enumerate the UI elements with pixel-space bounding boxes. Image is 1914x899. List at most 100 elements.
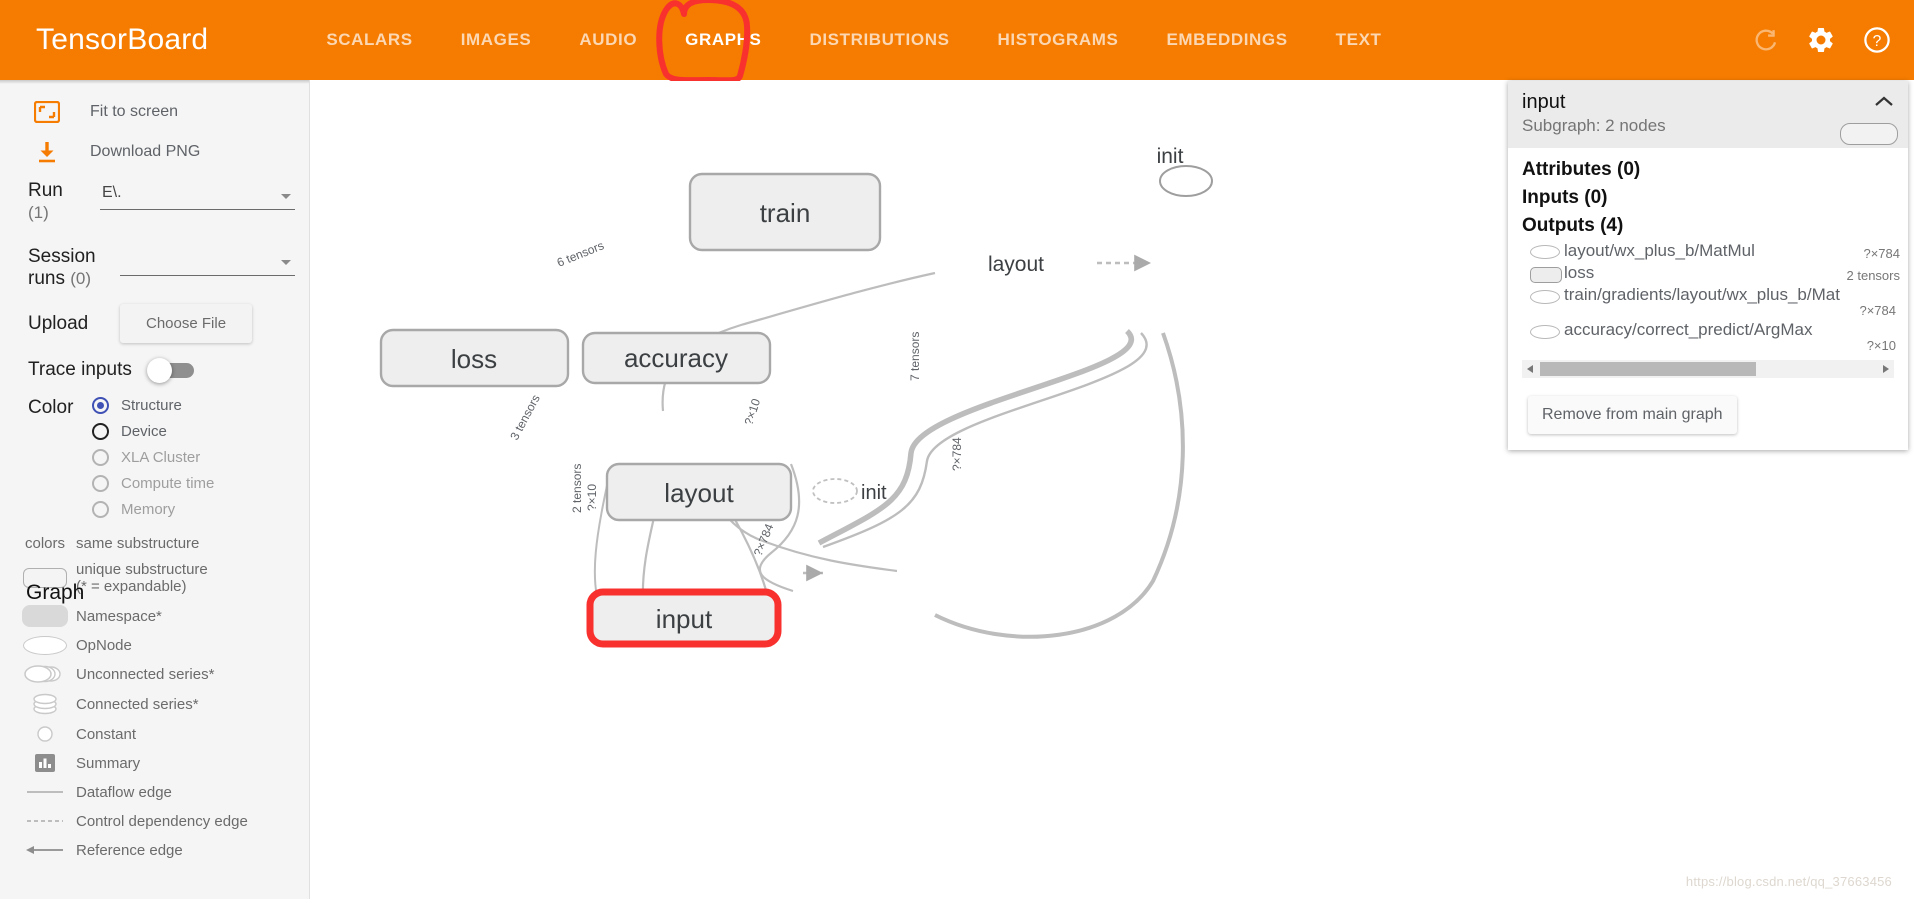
color-option-device[interactable]: Device (92, 423, 214, 440)
color-option-label: Structure (121, 397, 182, 414)
color-option-xla-cluster[interactable]: XLA Cluster (92, 449, 214, 466)
output-item[interactable]: layout/wx_plus_b/MatMul ?×784 (1508, 240, 1908, 262)
graph-node-accuracy[interactable]: accuracy (581, 331, 772, 385)
run-value: E\. (102, 184, 122, 201)
legend-item-text: Constant (76, 725, 137, 743)
tab-graphs[interactable]: GRAPHS (661, 0, 785, 80)
opnode-icon (1530, 285, 1564, 305)
tab-scalars[interactable]: SCALARS (302, 0, 436, 80)
graph-nodes[interactable]: train loss accuracy layout input (379, 165, 1213, 648)
legend-colors-row: colors same substructure (0, 532, 309, 554)
summary-icon (35, 754, 55, 772)
output-item[interactable]: train/gradients/layout/wx_plus_b/Mat ?×7… (1508, 284, 1908, 319)
inputs-section-title[interactable]: Inputs (0) (1508, 184, 1908, 212)
radio-icon (92, 449, 109, 466)
legend-item-unconnected-series: Unconnected series* (0, 663, 309, 685)
graph-node-layout[interactable]: layout (605, 462, 793, 522)
tab-embeddings[interactable]: EMBEDDINGS (1142, 0, 1311, 80)
gear-icon[interactable] (1806, 25, 1836, 55)
main-nav: SCALARS IMAGES AUDIO GRAPHS DISTRIBUTION… (302, 0, 1405, 80)
graph-edges (593, 254, 1185, 640)
node-info-panel: input Subgraph: 2 nodes Attributes (0) I… (1508, 81, 1908, 450)
control-dependency-edge-swatch-slot (14, 817, 76, 825)
dataflow-edge-swatch-slot (14, 788, 76, 796)
output-item-name: train/gradients/layout/wx_plus_b/Mat (1564, 285, 1840, 304)
download-png-label: Download PNG (90, 143, 201, 160)
run-select[interactable]: E\. (100, 184, 295, 210)
session-runs-field: Session runs (0) (0, 246, 309, 290)
color-option-compute-time[interactable]: Compute time (92, 475, 214, 492)
edge-label-7-tensors: 7 tensors (908, 332, 922, 381)
graph-node-input[interactable]: input (586, 588, 782, 648)
tab-audio[interactable]: AUDIO (555, 0, 661, 80)
namespace-icon (22, 605, 68, 627)
tab-text[interactable]: TEXT (1312, 0, 1406, 80)
control-dependency-edge-icon (27, 820, 63, 822)
chevron-up-icon[interactable] (1874, 95, 1894, 109)
output-item[interactable]: loss 2 tensors (1508, 262, 1908, 284)
tab-images[interactable]: IMAGES (437, 0, 556, 80)
opnode-icon (23, 635, 67, 655)
unconnected-series-icon (24, 665, 61, 683)
output-item-shape: ?×784 (1863, 246, 1900, 261)
namespace-swatch-slot (14, 605, 76, 627)
graph-node-loss[interactable]: loss (379, 328, 570, 388)
color-option-label: Device (121, 423, 167, 440)
run-count: (1) (28, 203, 49, 222)
graph-opnode-init-mid[interactable] (812, 478, 858, 504)
color-option-memory[interactable]: Memory (92, 501, 214, 518)
download-png-button[interactable]: Download PNG (0, 132, 309, 172)
remove-from-main-graph-button[interactable]: Remove from main graph (1528, 396, 1737, 434)
scrollbar-thumb[interactable] (1540, 362, 1756, 376)
graph-node-layout-label: layout (664, 478, 734, 508)
radio-icon (92, 475, 109, 492)
edge-label-2-tensors: 2 tensors (570, 464, 584, 513)
tab-distributions[interactable]: DISTRIBUTIONS (785, 0, 973, 80)
node-info-header: input Subgraph: 2 nodes (1508, 81, 1908, 148)
session-runs-count: (0) (70, 269, 92, 288)
download-icon (39, 142, 55, 163)
session-runs-label-block: Session runs (0) (28, 246, 106, 290)
connected-series-icon (33, 693, 57, 715)
tab-histograms[interactable]: HISTOGRAMS (974, 0, 1143, 80)
reference-edge-swatch-slot (14, 844, 76, 856)
upload-field: Upload Choose File (0, 304, 309, 343)
scroll-right-arrow-icon[interactable] (1878, 364, 1894, 374)
output-item[interactable]: accuracy/correct_predict/ArgMax ?×10 (1508, 319, 1908, 354)
attributes-section-title[interactable]: Attributes (0) (1508, 156, 1908, 184)
legend-item-summary: Summary (0, 752, 309, 774)
graph-node-accuracy-label: accuracy (624, 343, 728, 373)
edge-label-3-tensors: 3 tensors (507, 392, 543, 442)
outputs-horizontal-scrollbar[interactable] (1522, 360, 1894, 378)
fit-to-screen-button[interactable]: Fit to screen (0, 92, 309, 132)
refresh-icon[interactable] (1752, 26, 1780, 54)
legend-item-text: Dataflow edge (76, 783, 172, 801)
legend-colors-value: same substructure (76, 534, 200, 552)
run-field: Run (1) E\. (0, 180, 309, 224)
legend-item-text: Summary (76, 754, 141, 772)
outputs-section-title[interactable]: Outputs (4) (1508, 212, 1908, 240)
session-runs-select[interactable] (120, 250, 295, 276)
graph-label-init-top: init (1157, 145, 1184, 168)
graph-opnode-init-top[interactable] (1159, 165, 1213, 197)
trace-inputs-label: Trace inputs (28, 359, 132, 380)
legend-item-text: OpNode (76, 636, 132, 654)
output-item-name: accuracy/correct_predict/ArgMax (1564, 320, 1813, 339)
upload-label: Upload (28, 312, 89, 334)
output-item-name: layout/wx_plus_b/MatMul (1564, 241, 1755, 260)
legend-item-text: Reference edge (76, 841, 183, 859)
legend-item-text: Connected series* (76, 695, 199, 713)
edge-label-shape-784b: ?×784 (950, 437, 964, 471)
scroll-left-arrow-icon[interactable] (1522, 364, 1538, 374)
app-header: TensorBoard SCALARS IMAGES AUDIO GRAPHS … (0, 0, 1914, 82)
legend-item-control-dependency-edge: Control dependency edge (0, 810, 309, 832)
trace-inputs-toggle[interactable] (146, 357, 194, 383)
graph-node-train[interactable]: train (688, 172, 882, 252)
output-item-name: loss (1564, 263, 1595, 282)
choose-file-button[interactable]: Choose File (120, 304, 253, 343)
help-icon[interactable]: ? (1862, 25, 1892, 55)
edge-label-6-tensors: 6 tensors (555, 238, 606, 269)
node-type-swatch (1840, 123, 1898, 145)
node-info-title: input (1522, 91, 1566, 113)
color-option-structure[interactable]: Structure (92, 397, 214, 414)
